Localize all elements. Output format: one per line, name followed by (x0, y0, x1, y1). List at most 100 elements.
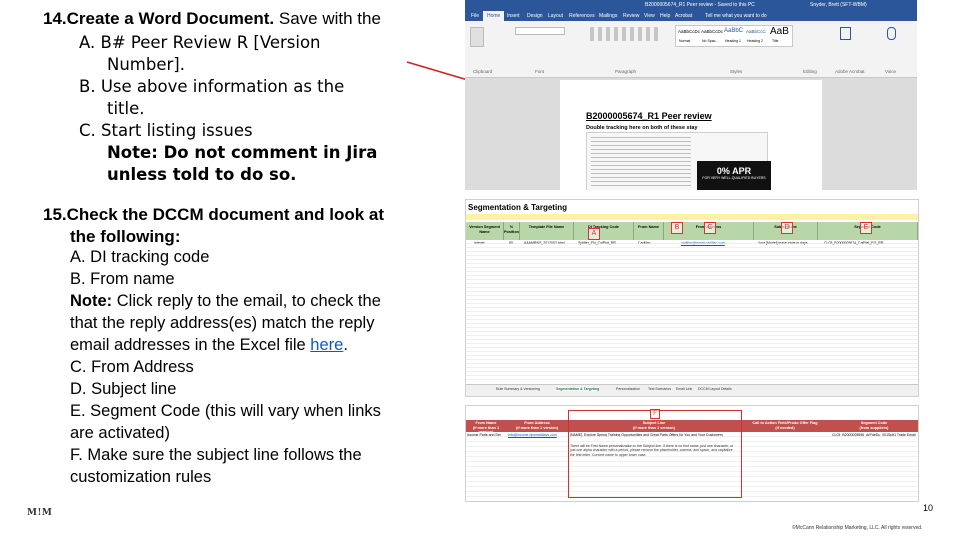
marker-d: D (781, 222, 793, 234)
style-heading-1[interactable]: AaBbC (724, 28, 743, 34)
cell-grid[interactable] (466, 240, 918, 382)
word-tab-file[interactable]: File (471, 11, 479, 21)
word-tab-references[interactable]: References (569, 11, 595, 21)
marker-a: A (588, 228, 600, 240)
header-di-tracking: DI Tracking Code (574, 222, 634, 240)
step-15-line-e-1: E. Segment Code (this will vary when lin… (70, 402, 381, 420)
word-tell-me[interactable]: Tell me what you want to do (705, 11, 767, 21)
embedded-email-screenshot: 0% APR FOR VERY WELL-QUALIFIED BUYERS (586, 132, 771, 190)
marker-c: C (704, 222, 716, 234)
step-14-note-line-1: Note: Do not comment in Jira (107, 143, 378, 162)
header-cta: Call to Action Field/Prodo Offer Flag (i… (740, 420, 830, 432)
sheet-title: Segmentation & Targeting (468, 203, 567, 212)
step-15-line-c: C. From Address (70, 358, 194, 376)
paste-button[interactable] (470, 27, 484, 47)
instruction-row (466, 214, 918, 220)
style-name-heading-1: Heading 1 (725, 39, 741, 43)
style-name-heading-2: Heading 2 (747, 39, 763, 43)
step-14-item-a: A. B# Peer Review R [Version (79, 32, 321, 55)
step-15-line-f-1: F. Make sure the subject line follows th… (70, 446, 362, 464)
step-number: 15. (43, 205, 67, 224)
marker-f: F (650, 409, 660, 419)
item-text: B# Peer Review R [Version (100, 33, 321, 52)
item-text: Start listing issues (101, 121, 253, 140)
style-name-no-spacing: No Spac... (702, 39, 719, 43)
sheet-tab-personalization[interactable]: Personalization (616, 387, 640, 391)
style-name-normal: Normal (679, 39, 691, 43)
promo-buyers: FOR VERY WELL-QUALIFIED BUYERS (702, 176, 766, 180)
dictate-icon[interactable] (887, 27, 896, 40)
email-text-lines (591, 137, 691, 187)
page-number: 10 (923, 503, 934, 513)
header-position: % Position (504, 222, 520, 240)
word-user-name: Snyder, Brett (SFT-WBM) (810, 2, 867, 8)
font-box[interactable] (515, 27, 565, 35)
word-tab-layout[interactable]: Layout (548, 11, 563, 21)
style-title[interactable]: AaB (770, 26, 789, 37)
word-tab-home[interactable]: Home (483, 11, 505, 21)
note-period: . (343, 336, 348, 354)
word-title-text: B2000005674_R1 Peer review - Saved to th… (645, 2, 755, 8)
marker-b: B (671, 222, 683, 234)
header-from-name: From Name (if more than 1 version) (466, 420, 506, 434)
note-text: Click reply to the email, to check the (112, 292, 381, 310)
subject-highlight-box (568, 410, 742, 498)
item-letter: C. (79, 121, 96, 140)
step-14-note-line-2: unless told to do so. (107, 165, 297, 184)
document-subtitle: Double tracking here on both of these st… (586, 125, 698, 131)
word-tab-acrobat[interactable]: Acrobat (675, 11, 692, 21)
sheet-tab-email-link[interactable]: Email Link (676, 387, 692, 391)
step-15-line-b: B. From name (70, 270, 175, 288)
acrobat-icon[interactable] (840, 27, 851, 40)
group-voice: Voice (885, 69, 897, 74)
sheet-tab-segmentation[interactable]: Segmentation & Targeting (556, 387, 600, 391)
promo-banner: 0% APR FOR VERY WELL-QUALIFIED BUYERS (697, 161, 771, 190)
step-14-heading: 14.Create a Word Document. Save with the (43, 8, 381, 30)
word-title-bar: B2000005674_R1 Peer review - Saved to th… (465, 0, 917, 11)
word-screenshot: B2000005674_R1 Peer review - Saved to th… (465, 0, 917, 190)
word-tab-view[interactable]: View (644, 11, 655, 21)
marker-e: E (860, 222, 872, 234)
item-letter: A. (79, 33, 96, 52)
step-15-note-line-1: Note: Click reply to the email, to check… (70, 290, 381, 313)
word-document-page[interactable]: B2000005674_R1 Peer review Double tracki… (560, 80, 822, 190)
step-number: 14. (43, 9, 67, 28)
step-15-line-d: D. Subject line (70, 380, 177, 398)
promo-apr: 0% APR (716, 166, 752, 176)
group-editing: Editing (803, 69, 817, 74)
item-text: Use above information as the (100, 77, 345, 96)
sheet-tab-test-scenarios[interactable]: Test Scenarios (648, 387, 671, 391)
word-tab-help[interactable]: Help (660, 11, 670, 21)
sheet-tab-dccm-layout[interactable]: DCCM Layout Details (698, 387, 732, 391)
sheet-tab-rule-summary[interactable]: Rule Summary & Versioning (496, 387, 540, 391)
header-from-address: From Address (if more than 1 version) (506, 420, 568, 432)
step-15-heading-cont: the following: (70, 227, 181, 246)
word-ribbon-tabs: File Home Insert Design Layout Reference… (465, 11, 917, 21)
word-tab-insert[interactable]: Insert (507, 11, 520, 21)
word-tab-mailings[interactable]: Mailings (599, 11, 617, 21)
step-14-item-a-cont: Number]. (107, 55, 185, 74)
step-15-note-line-3: email addresses in the Excel file here. (70, 334, 348, 357)
step-15-line-f-2: customization rules (70, 468, 212, 486)
header-from-name: From Name (634, 222, 664, 240)
step-15-line-a: A. DI tracking code (70, 248, 210, 266)
style-normal[interactable]: AaBbCcDc (678, 29, 700, 34)
excel-crop-screenshot: From Name (if more than 1 version) From … (465, 405, 919, 502)
sheet-tabs: Rule Summary & Versioning Segmentation &… (466, 384, 918, 396)
header-version: Version Segment Name (466, 222, 504, 240)
header-note: (if needed) (775, 425, 795, 430)
styles-gallery[interactable]: AaBbCcDc AaBbCcDc AaBbC AaBbCcC AaB Norm… (675, 25, 793, 47)
header-note: (from suppliers) (859, 425, 889, 430)
header-template: Template File Name (520, 222, 574, 240)
word-tab-design[interactable]: Design (527, 11, 543, 21)
step-14-item-b-cont: title. (107, 99, 145, 118)
header-note: (if more than 1 version) (516, 425, 558, 430)
group-styles: Styles (730, 69, 743, 74)
step-14-item-c: C. Start listing issues (79, 120, 253, 143)
excel-file-link[interactable]: here (310, 336, 343, 354)
paragraph-controls[interactable] (590, 27, 660, 41)
word-tab-review[interactable]: Review (623, 11, 639, 21)
style-heading-2[interactable]: AaBbCcC (746, 29, 766, 34)
style-no-spacing[interactable]: AaBbCcDc (701, 29, 723, 34)
note-text: email addresses in the Excel file (70, 336, 311, 354)
